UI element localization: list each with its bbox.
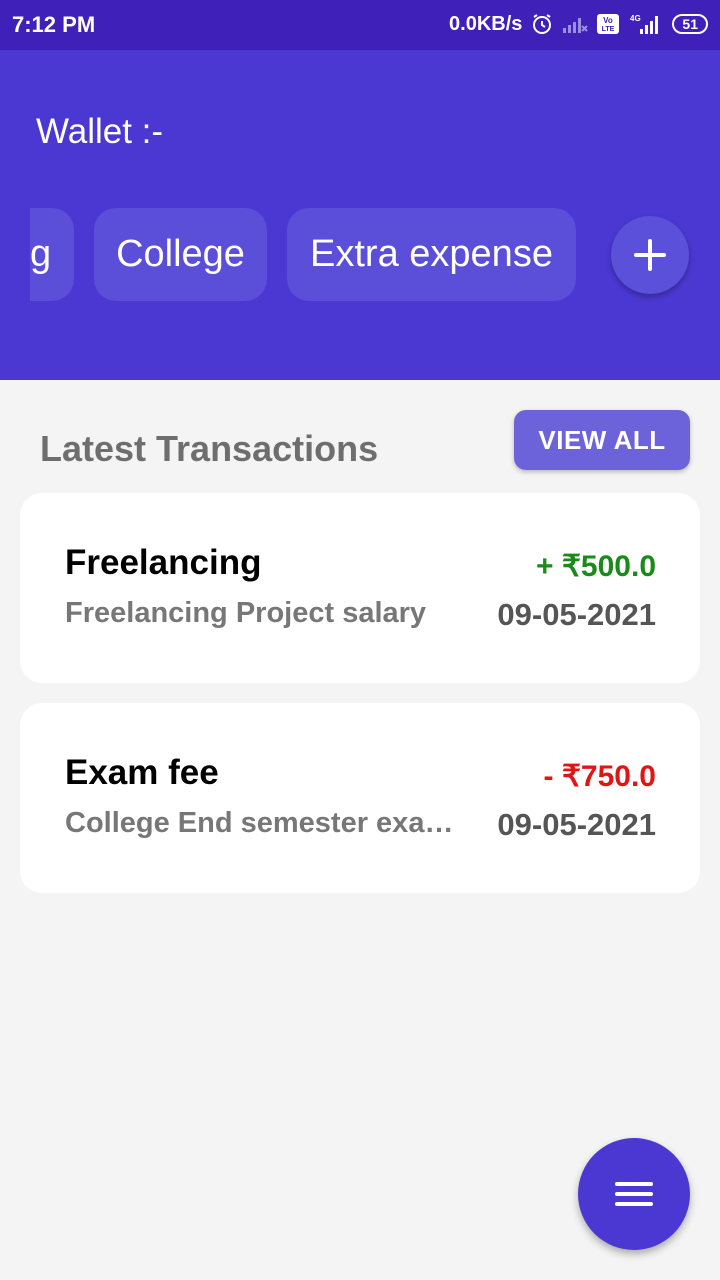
section-title: Latest Transactions	[40, 428, 379, 469]
transaction-amount: + ₹500.0	[535, 550, 656, 583]
wallet-chip[interactable]: College	[94, 208, 267, 301]
transaction-description: College End semester exam fee	[65, 807, 475, 839]
transaction-title: Exam fee	[65, 753, 219, 792]
transaction-card[interactable]: Freelancing Freelancing Project salary +…	[20, 493, 700, 683]
status-icons: 0.0KB/s Vo LTE 4G 51	[449, 12, 708, 36]
svg-text:Vo: Vo	[604, 16, 614, 25]
status-bar: 7:12 PM 0.0KB/s Vo LTE 4G 51	[0, 0, 720, 50]
volte-icon: Vo LTE	[596, 13, 620, 35]
menu-icon	[615, 1182, 653, 1206]
battery-icon: 51	[672, 14, 708, 34]
transaction-amount: - ₹750.0	[543, 760, 657, 793]
transaction-date: 09-05-2021	[497, 597, 656, 632]
transaction-card[interactable]: Exam fee College End semester exam fee -…	[20, 703, 700, 893]
view-all-button[interactable]: VIEW ALL	[514, 410, 690, 470]
svg-text:LTE: LTE	[602, 26, 615, 33]
svg-text:4G: 4G	[630, 14, 641, 23]
wallet-chip[interactable]: Extra expense	[287, 208, 576, 301]
transaction-date: 09-05-2021	[497, 807, 656, 842]
network-speed: 0.0KB/s	[449, 12, 523, 35]
signal-icon: 4G	[628, 13, 664, 35]
transaction-title: Freelancing	[65, 543, 262, 582]
wallet-header: Wallet :- g College Extra expense	[0, 50, 720, 380]
transaction-description: Freelancing Project salary	[65, 597, 427, 629]
signal-empty-icon	[562, 14, 589, 34]
wallet-chip[interactable]: g	[30, 208, 74, 301]
alarm-icon	[530, 12, 554, 36]
wallet-title: Wallet :-	[36, 112, 164, 151]
menu-fab-button[interactable]	[578, 1138, 690, 1250]
add-wallet-button[interactable]	[611, 216, 689, 294]
status-time: 7:12 PM	[12, 12, 96, 37]
plus-icon	[634, 239, 666, 271]
